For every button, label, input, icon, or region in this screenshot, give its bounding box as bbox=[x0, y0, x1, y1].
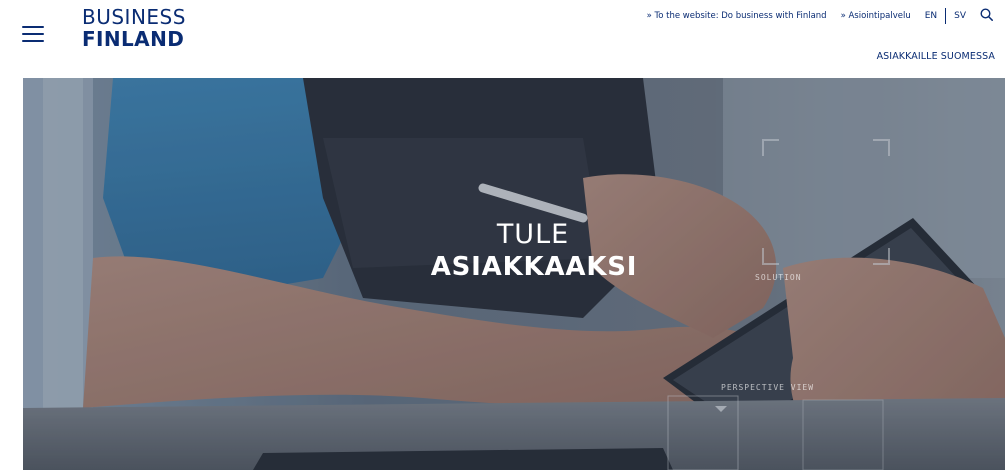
menu-bar bbox=[22, 26, 44, 28]
lang-en-link[interactable]: EN bbox=[925, 11, 937, 21]
utility-nav: » To the website: Do business with Finla… bbox=[647, 7, 993, 24]
customers-in-finland-link[interactable]: ASIAKKAILLE SUOMESSA bbox=[877, 51, 995, 62]
hero-banner: SOLUTION PERSPECTIVE VIEW TULE ASIAKKAAK… bbox=[23, 78, 1005, 470]
logo-line1: BUSINESS bbox=[82, 5, 186, 29]
business-finland-logo[interactable]: BUSINESS FINLAND bbox=[82, 7, 186, 49]
menu-bar bbox=[22, 40, 44, 42]
logo-line2: FINLAND bbox=[82, 27, 185, 51]
service-link[interactable]: » Asiointipalvelu bbox=[841, 11, 911, 21]
lang-separator bbox=[945, 8, 947, 24]
hamburger-menu-icon[interactable] bbox=[22, 24, 44, 42]
lang-sv-link[interactable]: SV bbox=[954, 11, 966, 21]
site-header: BUSINESS FINLAND » To the website: Do bu… bbox=[0, 0, 1005, 78]
hero-title-line1: TULE bbox=[496, 219, 570, 250]
hero-title-line2: ASIAKKAAKSI bbox=[430, 252, 638, 282]
menu-bar bbox=[22, 33, 44, 35]
website-link[interactable]: » To the website: Do business with Finla… bbox=[647, 11, 827, 21]
search-icon[interactable] bbox=[980, 7, 993, 21]
hud-perspective-text: PERSPECTIVE VIEW bbox=[721, 383, 815, 392]
hero-title: TULE ASIAKKAAKSI bbox=[23, 221, 1005, 280]
